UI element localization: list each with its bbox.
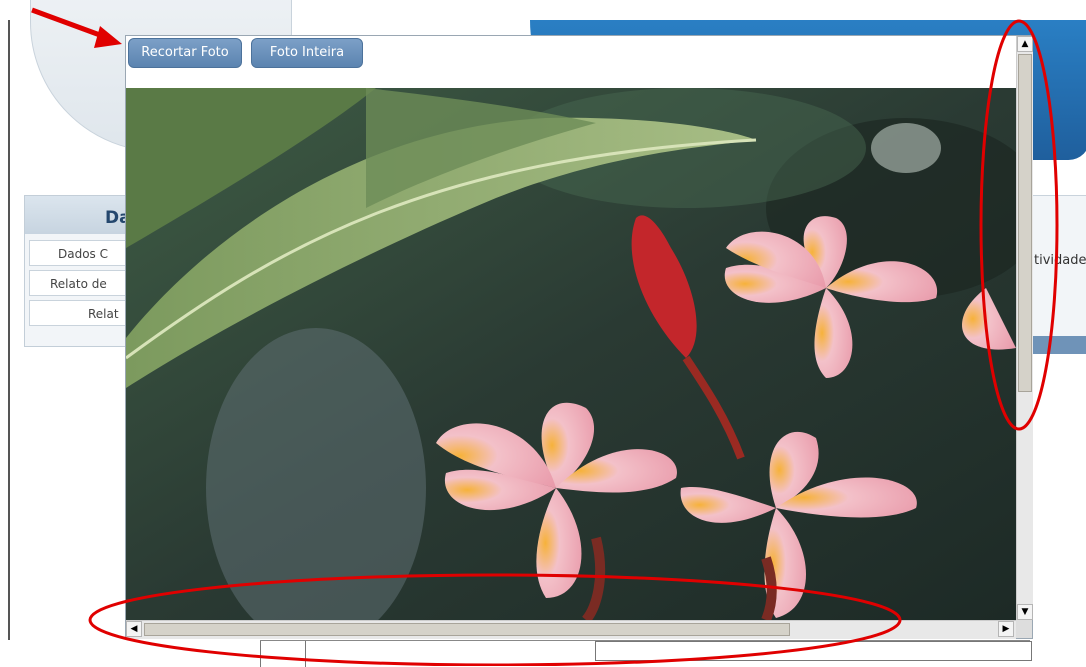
crop-photo-button[interactable]: Recortar Foto <box>128 38 242 68</box>
scroll-down-arrow-icon[interactable]: ▼ <box>1017 604 1033 620</box>
full-photo-button[interactable]: Foto Inteira <box>251 38 363 68</box>
panel-link-dados[interactable]: Dados C <box>29 240 137 266</box>
scroll-left-arrow-icon[interactable]: ◀ <box>126 621 142 637</box>
horizontal-scrollbar[interactable]: ◀ ▶ <box>126 620 1016 639</box>
dados-panel: Dad Dados C Relato de Relat <box>24 195 143 347</box>
right-side-tab: tividade <box>1028 195 1086 354</box>
window-left-border <box>8 20 10 640</box>
photo-popup-dialog: Recortar Foto Foto Inteira ▲ ▼ ◀ ▶ <box>126 36 1033 639</box>
right-tab-label[interactable]: tividade <box>1034 253 1086 268</box>
right-tab-bar <box>1028 336 1086 354</box>
divider <box>305 641 306 667</box>
dados-panel-title: Dad <box>25 196 143 234</box>
bottom-form-strip <box>260 640 1032 667</box>
scroll-right-arrow-icon[interactable]: ▶ <box>998 621 1014 637</box>
vertical-scrollbar[interactable]: ▲ ▼ <box>1016 36 1033 620</box>
panel-link-relato[interactable]: Relato de <box>29 270 137 296</box>
divider <box>260 641 261 667</box>
bottom-input-field[interactable] <box>595 641 1032 661</box>
scroll-up-arrow-icon[interactable]: ▲ <box>1017 36 1033 52</box>
horizontal-scroll-thumb[interactable] <box>144 623 790 636</box>
vertical-scroll-thumb[interactable] <box>1018 54 1032 392</box>
flower-photo <box>126 88 1016 620</box>
scrollbar-corner <box>1016 620 1032 638</box>
panel-link-relat[interactable]: Relat <box>29 300 137 326</box>
